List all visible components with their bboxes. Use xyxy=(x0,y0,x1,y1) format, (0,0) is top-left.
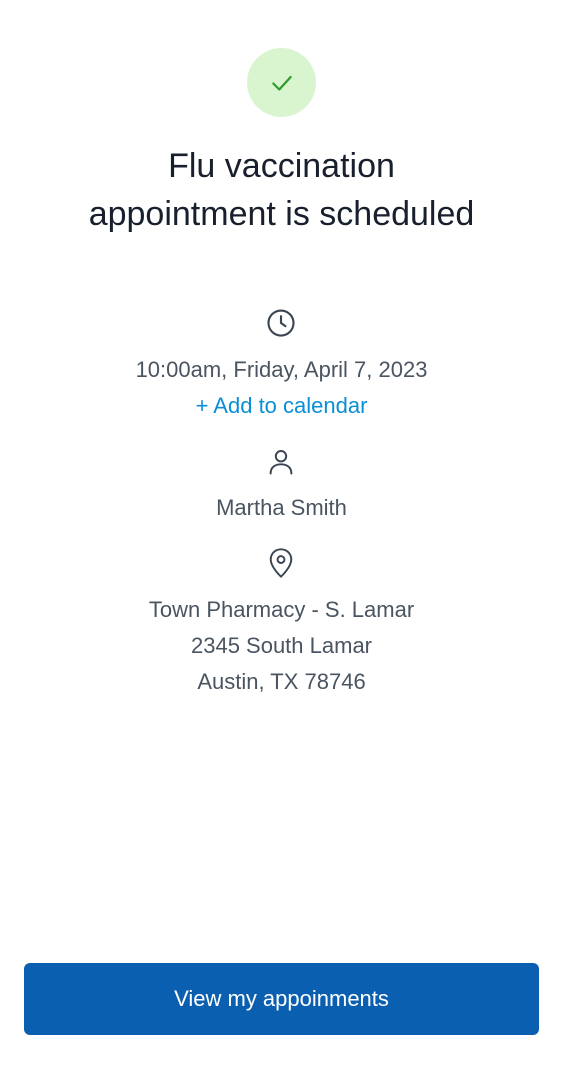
appointment-datetime: 10:00am, Friday, April 7, 2023 xyxy=(135,357,428,382)
person-icon xyxy=(265,446,297,478)
address-line-2: Austin, TX 78746 xyxy=(197,669,366,694)
success-badge xyxy=(247,48,316,117)
address-line-1: 2345 South Lamar xyxy=(190,633,373,658)
page-title: Flu vaccination appointment is scheduled xyxy=(0,142,563,238)
title-line-1: Flu vaccination xyxy=(168,147,395,185)
patient-name: Martha Smith xyxy=(216,495,347,520)
add-to-calendar-link[interactable]: + Add to calendar xyxy=(196,393,368,418)
location-name: Town Pharmacy - S. Lamar xyxy=(148,597,415,622)
title-line-2: appointment is scheduled xyxy=(88,195,475,233)
location-pin-icon xyxy=(265,547,297,579)
checkmark-icon xyxy=(271,75,292,91)
clock-icon xyxy=(265,307,297,339)
view-appointments-button[interactable]: View my appoinments xyxy=(24,963,539,1035)
